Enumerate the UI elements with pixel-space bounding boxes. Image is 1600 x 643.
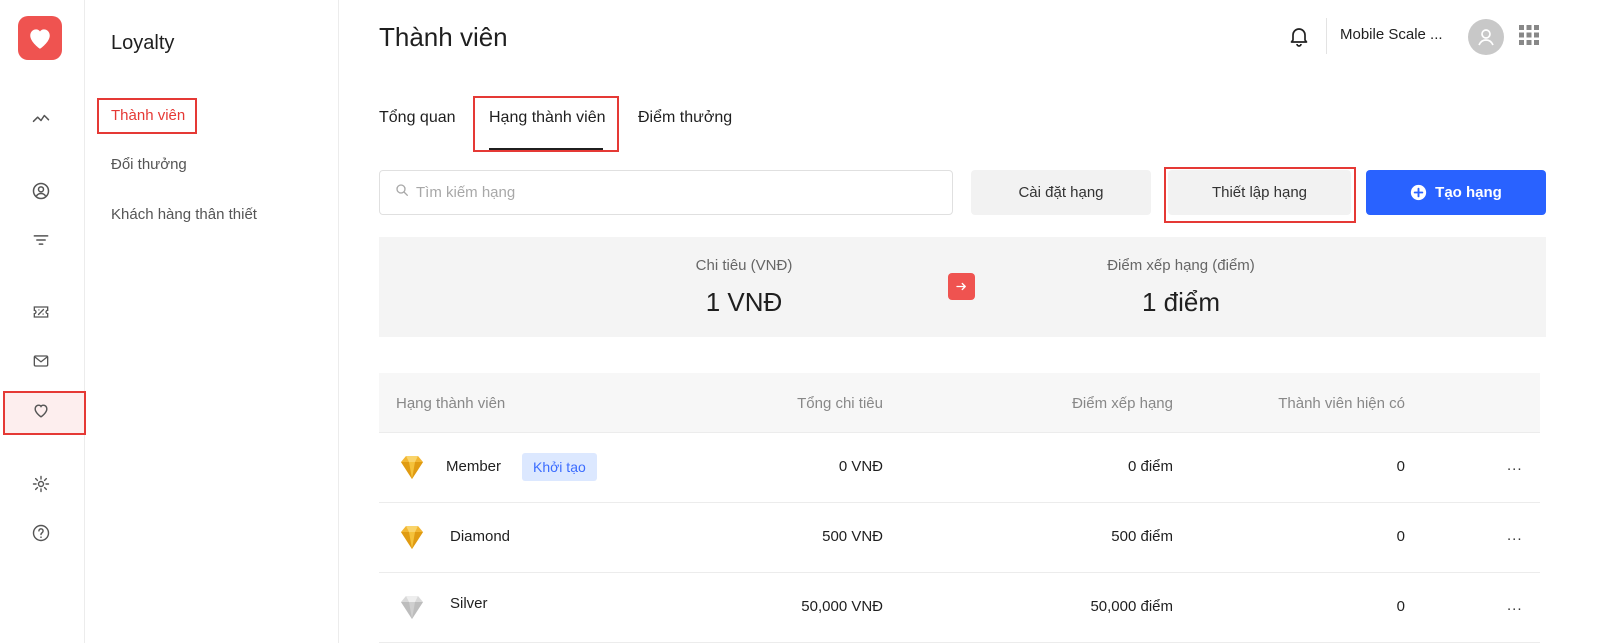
total-spend: 50,000 VNĐ <box>801 598 883 615</box>
header-total-spend: Tổng chi tiêu <box>797 395 883 412</box>
plus-circle-icon <box>1410 184 1427 201</box>
header-tier: Hạng thành viên <box>396 395 506 412</box>
silver-diamond-icon <box>395 591 429 625</box>
sidebar-item-rewards[interactable]: Đổi thưởng <box>111 156 187 173</box>
spend-value: 1 VNĐ <box>705 287 783 317</box>
tier-name: Diamond <box>450 528 511 545</box>
tab-reward-points[interactable]: Điểm thưởng <box>638 109 732 127</box>
mail-icon[interactable] <box>28 348 54 374</box>
rank-points: 500 điểm <box>1111 528 1173 545</box>
table-header: Hạng thành viên Tổng chi tiêu Điểm xếp h… <box>379 373 1540 433</box>
tier-settings-button[interactable]: Cài đặt hạng <box>971 170 1151 215</box>
heart-logo-icon[interactable] <box>18 16 62 60</box>
tier-setup-button[interactable]: Thiết lập hạng <box>1168 170 1351 215</box>
grid-icon[interactable] <box>1518 24 1540 46</box>
spend-label: Chi tiêu (VNĐ) <box>695 257 793 274</box>
user-circle-icon[interactable] <box>28 178 54 204</box>
row-more-menu[interactable]: ... <box>1507 597 1523 614</box>
header-rank-points: Điểm xếp hạng <box>1072 395 1173 412</box>
conversion-summary: Chi tiêu (VNĐ) 1 VNĐ Điểm xếp hạng (điểm… <box>379 237 1546 337</box>
bell-icon[interactable] <box>1287 24 1311 48</box>
sidebar-title: Loyalty <box>111 32 175 54</box>
total-spend: 0 VNĐ <box>838 458 883 475</box>
search-input[interactable] <box>416 184 936 201</box>
chart-line-icon[interactable] <box>28 105 54 131</box>
rank-points: 0 điểm <box>1127 458 1173 475</box>
status-badge: Khởi tạo <box>522 453 597 481</box>
sidebar-item-loyal-customers[interactable]: Khách hàng thân thiết <box>111 206 257 223</box>
create-tier-button[interactable]: Tạo hạng <box>1366 170 1546 215</box>
tier-name: Silver <box>450 595 488 612</box>
member-count: 0 <box>1396 528 1405 545</box>
gold-diamond-icon <box>395 521 429 555</box>
tab-underline <box>489 148 603 150</box>
member-count: 0 <box>1396 458 1405 475</box>
member-count: 0 <box>1396 598 1405 615</box>
table-row[interactable]: Diamond 500 VNĐ 500 điểm 0 ... <box>379 503 1540 573</box>
tab-overview[interactable]: Tổng quan <box>379 109 456 127</box>
header-current-members: Thành viên hiện có <box>1278 395 1405 412</box>
rank-points: 50,000 điểm <box>1090 598 1173 615</box>
filter-icon[interactable] <box>28 227 54 253</box>
company-selector[interactable]: Mobile Scale ... <box>1340 26 1443 43</box>
gear-icon[interactable] <box>28 471 54 497</box>
tier-name: Member <box>446 458 502 475</box>
ticket-icon[interactable] <box>28 299 54 325</box>
page-title: Thành viên <box>379 22 508 52</box>
tab-member-tiers[interactable]: Hạng thành viên <box>489 109 606 127</box>
gold-diamond-icon <box>395 451 429 485</box>
points-value: 1 điểm <box>1141 287 1221 317</box>
sidebar-item-members[interactable]: Thành viên <box>111 107 185 124</box>
table-row[interactable]: Silver 50,000 VNĐ 50,000 điểm 0 ... <box>379 573 1540 643</box>
arrow-right-icon <box>948 273 975 300</box>
heart-icon[interactable] <box>28 398 54 424</box>
search-box <box>379 170 953 215</box>
help-icon[interactable] <box>28 520 54 546</box>
total-spend: 500 VNĐ <box>822 528 883 545</box>
row-more-menu[interactable]: ... <box>1507 457 1523 474</box>
avatar[interactable] <box>1468 19 1504 55</box>
tier-table: Hạng thành viên Tổng chi tiêu Điểm xếp h… <box>379 373 1540 643</box>
points-label: Điểm xếp hạng (điểm) <box>1107 257 1255 274</box>
secondary-sidebar: Loyalty Thành viên Đổi thưởng Khách hàng… <box>85 0 339 643</box>
icon-rail <box>0 0 86 643</box>
topbar-divider <box>1326 18 1327 54</box>
table-row[interactable]: Member Khởi tạo 0 VNĐ 0 điểm 0 ... <box>379 433 1540 503</box>
search-icon <box>394 182 410 203</box>
app: Loyalty Thành viên Đổi thưởng Khách hàng… <box>0 0 1600 643</box>
row-more-menu[interactable]: ... <box>1507 527 1523 544</box>
create-tier-label: Tạo hạng <box>1435 184 1502 201</box>
